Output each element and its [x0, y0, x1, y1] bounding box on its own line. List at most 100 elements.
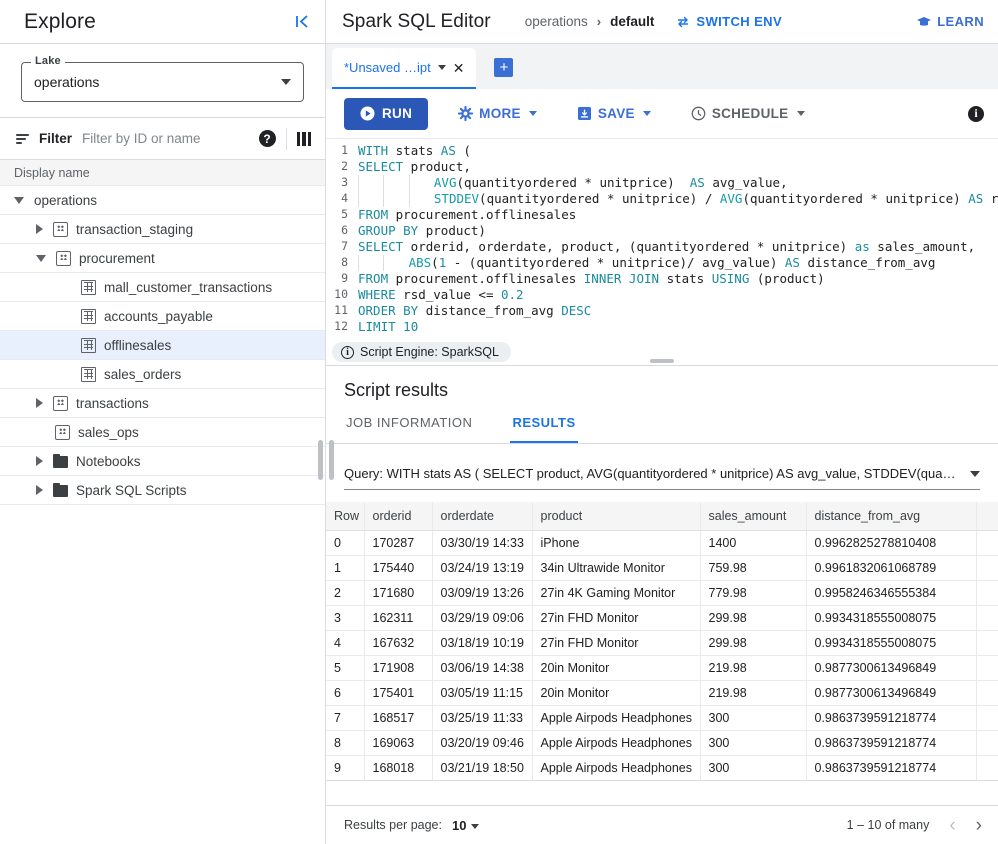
- tree-item-Notebooks[interactable]: Notebooks: [0, 447, 325, 476]
- table-cell: 0.9863739591218774: [806, 755, 977, 781]
- code-token: stats: [659, 271, 712, 286]
- code-token: WHERE: [358, 287, 396, 302]
- code-line: 4 STDDEV(quantityordered * unitprice) / A…: [326, 191, 998, 207]
- sql-code-editor[interactable]: 1 WITH stats AS (2 SELECT product, 3 AVG(qua…: [326, 139, 998, 339]
- table-cell: 27in FHD Monitor: [532, 605, 701, 631]
- breadcrumb-root[interactable]: operations: [525, 14, 588, 29]
- table-cell: 0.9934318555008075: [806, 630, 977, 656]
- schedule-button[interactable]: SCHEDULE: [681, 98, 815, 130]
- tree-item-label: transaction_staging: [76, 221, 194, 237]
- table-cell: 0.9961832061068789: [806, 555, 977, 581]
- collapse-left-icon[interactable]: [294, 13, 311, 30]
- table-row: 0 170287 03/30/19 14:33 iPhone 1400 0.9962825…: [326, 530, 998, 556]
- tree-item-transactions[interactable]: transactions: [0, 389, 325, 418]
- column-header[interactable]: orderid: [364, 502, 433, 531]
- sidebar-scrollbar-thumb[interactable]: [318, 440, 323, 480]
- table-cell: [976, 630, 998, 656]
- editor-toolbar: RUN MORE SAVE SCHEDULE i: [326, 89, 998, 139]
- column-header[interactable]: Row: [326, 502, 365, 531]
- close-icon[interactable]: ✕: [453, 61, 465, 75]
- panel-resize-handle[interactable]: [650, 359, 674, 363]
- more-button[interactable]: MORE: [448, 98, 547, 130]
- results-tab-job-information[interactable]: JOB INFORMATION: [344, 415, 474, 443]
- results-tab-results[interactable]: RESULTS: [510, 415, 578, 443]
- editor-scrollbar-thumb[interactable]: [329, 440, 334, 480]
- folder-icon: [53, 482, 68, 497]
- table-cell: 167632: [364, 630, 433, 656]
- tree-item-transaction_staging[interactable]: transaction_staging: [0, 215, 325, 244]
- info-icon[interactable]: i: [968, 105, 984, 122]
- run-button[interactable]: RUN: [344, 97, 429, 130]
- table-cell: 162311: [364, 605, 433, 631]
- code-token: rsd_v: [990, 191, 998, 206]
- query-select[interactable]: Query: WITH stats AS ( SELECT product, A…: [344, 458, 980, 490]
- tree-item-sales_ops[interactable]: sales_ops: [0, 418, 325, 447]
- column-header[interactable]: product: [532, 502, 701, 531]
- code-token: AS: [968, 191, 984, 206]
- results-range-label: 1 – 10 of many: [846, 818, 930, 832]
- tree-item-sales_orders[interactable]: sales_orders: [0, 360, 325, 389]
- code-token: AVG: [433, 175, 457, 190]
- top-header: Spark SQL Editor operations › default SW…: [326, 0, 998, 44]
- chevron-down-icon[interactable]: [437, 65, 446, 70]
- tree-item-label: transactions: [76, 395, 149, 411]
- table-cell: 03/06/19 14:38: [432, 655, 533, 681]
- script-tab-active[interactable]: *Unsaved …ipt ✕: [332, 48, 477, 89]
- caret-down-icon[interactable]: [36, 254, 46, 262]
- caret-right-icon[interactable]: [36, 456, 43, 466]
- line-number: 4: [341, 191, 348, 205]
- code-token: AVG: [719, 191, 743, 206]
- indent-guide: [358, 175, 383, 191]
- table-cell: 5: [326, 655, 365, 681]
- columns-icon[interactable]: [296, 131, 311, 146]
- column-header[interactable]: distance_from_avg: [806, 502, 977, 531]
- column-header[interactable]: orderdate: [432, 502, 533, 531]
- chevron-down-icon: [796, 111, 805, 116]
- tree-item-mall_customer_transactions[interactable]: mall_customer_transactions: [0, 273, 325, 302]
- results-per-page-select[interactable]: 10: [452, 818, 480, 833]
- line-number: 5: [341, 207, 348, 221]
- help-icon[interactable]: ?: [258, 130, 276, 147]
- plus-icon[interactable]: +: [494, 58, 514, 77]
- table-cell: 299.98: [700, 630, 807, 656]
- database-icon: [53, 395, 68, 411]
- caret-placeholder: [36, 428, 45, 437]
- filter-input[interactable]: Filter by ID or name: [82, 131, 248, 146]
- learn-label: LEARN: [937, 14, 984, 29]
- divider: [285, 127, 287, 150]
- caret-right-icon[interactable]: [36, 398, 43, 408]
- results-per-page-label: Results per page:: [344, 818, 442, 832]
- code-text: STDDEV(quantityordered * unitprice) / AV…: [358, 191, 998, 207]
- tree-item-accounts_payable[interactable]: accounts_payable: [0, 302, 325, 331]
- code-text: GROUP BY product): [358, 223, 486, 239]
- code-text: ORDER BY distance_from_avg DESC: [358, 303, 591, 319]
- caret-right-icon[interactable]: [36, 485, 43, 495]
- script-tab-bar: *Unsaved …ipt ✕ +: [326, 44, 998, 89]
- table-row: 5 171908 03/06/19 14:38 20in Monitor 219.98 0…: [326, 655, 998, 681]
- tree-item-operations[interactable]: operations: [0, 186, 325, 215]
- chevron-left-icon[interactable]: ‹: [949, 816, 955, 835]
- tree-item-Spark SQL Scripts[interactable]: Spark SQL Scripts: [0, 476, 325, 505]
- tree-item-offlinesales[interactable]: offlinesales: [0, 331, 325, 360]
- tree-item-label: accounts_payable: [104, 308, 213, 324]
- table-cell: 219.98: [700, 680, 807, 706]
- code-token: ORDER BY: [358, 303, 419, 318]
- column-header[interactable]: [976, 502, 998, 531]
- table-cell: 168517: [364, 705, 433, 731]
- table-cell: 300: [700, 755, 807, 781]
- caret-down-icon[interactable]: [14, 196, 24, 204]
- code-text: FROM procurement.offlinesales INNER JOIN…: [358, 271, 825, 287]
- save-button[interactable]: SAVE: [567, 98, 661, 130]
- chevron-right-icon[interactable]: ›: [976, 816, 982, 835]
- table-row: 7 168517 03/25/19 11:33 Apple Airpods Headp…: [326, 705, 998, 731]
- switch-env-button[interactable]: SWITCH ENV: [676, 14, 782, 29]
- table-cell: 0.9962825278810408: [806, 530, 977, 556]
- code-token: INNER JOIN: [583, 271, 660, 286]
- lake-select[interactable]: Lake operations: [21, 55, 304, 102]
- script-tab-label: *Unsaved …ipt: [344, 60, 431, 75]
- learn-button[interactable]: LEARN: [916, 14, 984, 29]
- column-header[interactable]: sales_amount: [700, 502, 807, 531]
- tree-item-label: sales_ops: [78, 424, 139, 440]
- caret-right-icon[interactable]: [36, 224, 43, 234]
- tree-item-procurement[interactable]: procurement: [0, 244, 325, 273]
